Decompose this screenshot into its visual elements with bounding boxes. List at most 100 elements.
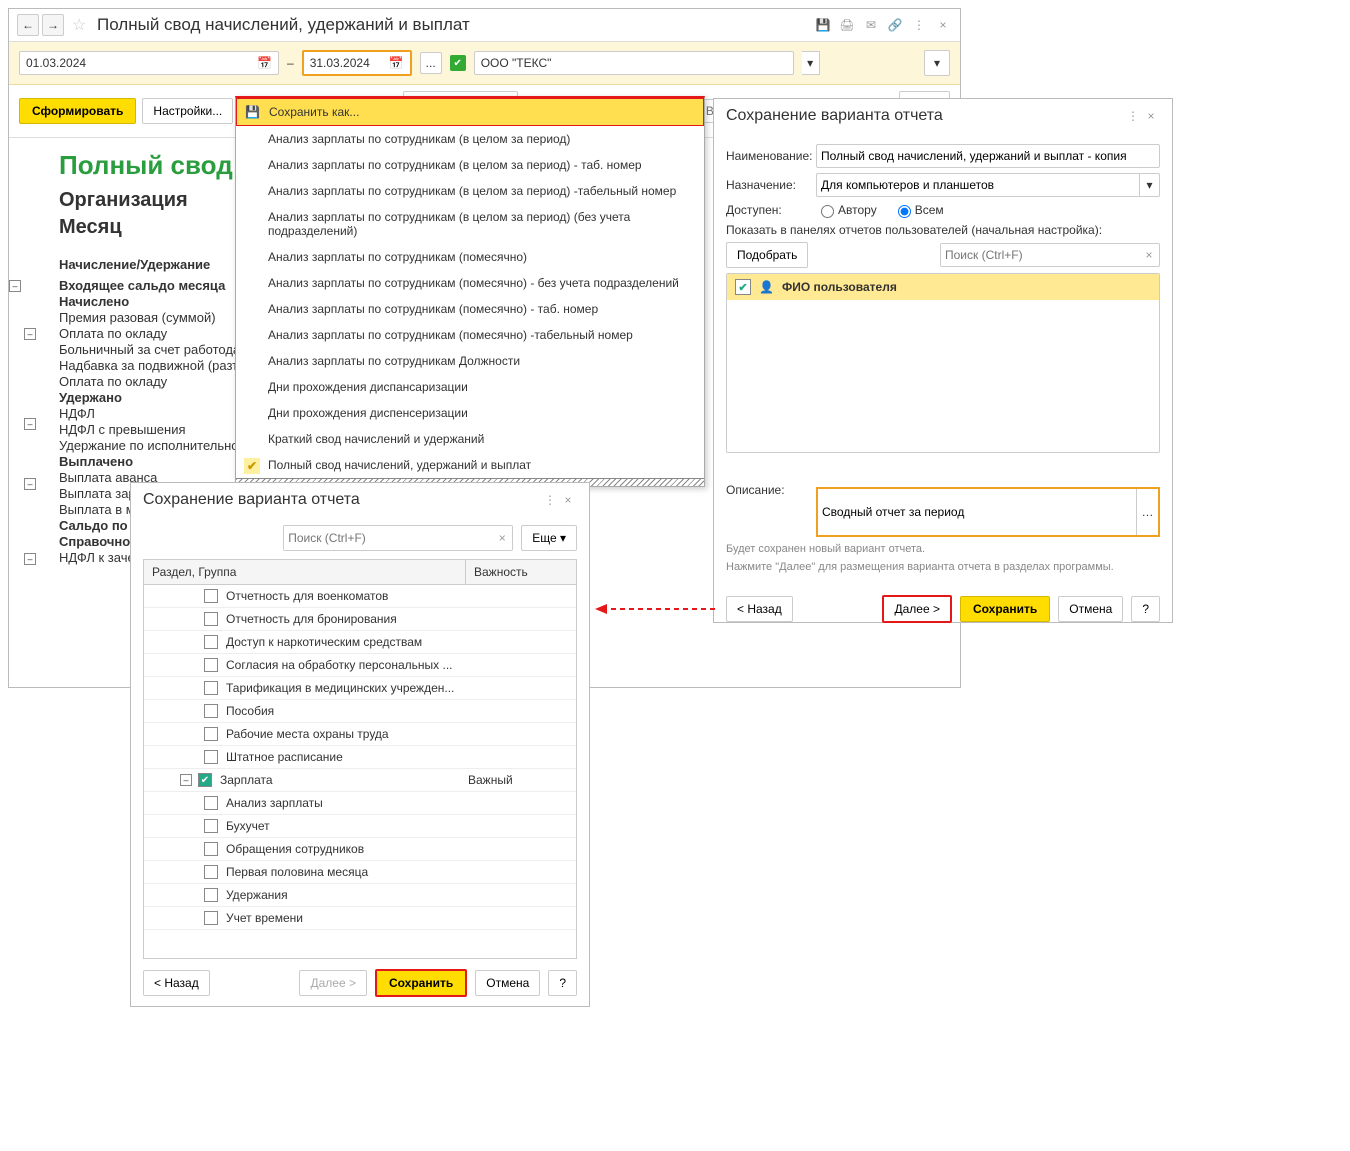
- dropdown-item[interactable]: Анализ зарплаты по сотрудникам (помесячн…: [236, 244, 704, 270]
- table-row[interactable]: Рабочие места охраны труда: [144, 723, 576, 746]
- table-row[interactable]: Доступ к наркотическим средствам: [144, 631, 576, 654]
- tree-toggle[interactable]: –: [9, 280, 21, 292]
- table-row[interactable]: Бухучет: [144, 815, 576, 838]
- dropdown-item[interactable]: Анализ зарплаты по сотрудникам (помесячн…: [236, 322, 704, 348]
- org-field[interactable]: ООО "ТЕКС": [474, 51, 794, 75]
- user-check[interactable]: ✔: [735, 279, 751, 295]
- mid-search[interactable]: ×: [283, 525, 513, 551]
- radio-author[interactable]: Автору: [816, 202, 877, 218]
- dropdown-item-checked[interactable]: Полный свод начислений, удержаний и выпл…: [236, 452, 704, 478]
- save-button[interactable]: Сохранить: [375, 969, 467, 997]
- period-picker-button[interactable]: ...: [420, 52, 442, 74]
- dropdown-item[interactable]: Дни прохождения диспенсеризации: [236, 400, 704, 426]
- dropdown-item[interactable]: Анализ зарплаты по сотрудникам (в целом …: [236, 152, 704, 178]
- close-icon[interactable]: ×: [934, 16, 952, 34]
- row-checkbox[interactable]: [204, 796, 218, 810]
- table-row[interactable]: Обращения сотрудников: [144, 838, 576, 861]
- back-button[interactable]: ←: [17, 14, 39, 36]
- back-button[interactable]: < Назад: [143, 970, 210, 996]
- row-checkbox[interactable]: [204, 750, 218, 764]
- row-checkbox[interactable]: [204, 865, 218, 879]
- table-row[interactable]: Согласия на обработку персональных ...: [144, 654, 576, 677]
- org-dropdown-icon[interactable]: ▾: [802, 51, 820, 75]
- clear-icon[interactable]: ×: [492, 526, 512, 550]
- table-row[interactable]: –✔ЗарплатаВажный: [144, 769, 576, 792]
- forward-button[interactable]: →: [42, 14, 64, 36]
- row-checkbox[interactable]: [204, 911, 218, 925]
- cancel-button[interactable]: Отмена: [475, 970, 540, 996]
- row-checkbox[interactable]: [204, 888, 218, 902]
- dropdown-item[interactable]: Анализ зарплаты по сотрудникам (в целом …: [236, 178, 704, 204]
- kebab-icon[interactable]: ⋮: [541, 491, 559, 509]
- row-checkbox[interactable]: [204, 635, 218, 649]
- tree-toggle[interactable]: –: [24, 478, 36, 490]
- desc-input[interactable]: [818, 489, 1136, 535]
- close-icon[interactable]: ×: [559, 491, 577, 509]
- row-checkbox[interactable]: [204, 681, 218, 695]
- dropdown-item[interactable]: Краткий свод начислений и удержаний: [236, 426, 704, 452]
- settings-button[interactable]: Настройки...: [142, 98, 233, 124]
- row-checkbox[interactable]: [204, 819, 218, 833]
- row-checkbox[interactable]: [204, 842, 218, 856]
- mid-search-input[interactable]: [284, 526, 492, 550]
- close-icon[interactable]: ×: [1142, 107, 1160, 125]
- chevron-down-icon[interactable]: ▾: [1140, 173, 1160, 197]
- cancel-button[interactable]: Отмена: [1058, 596, 1123, 622]
- dropdown-item[interactable]: Анализ зарплаты по сотрудникам (в целом …: [236, 204, 704, 244]
- dropdown-item[interactable]: Анализ зарплаты по сотрудникам (помесячн…: [236, 270, 704, 296]
- dest-select[interactable]: ▾: [816, 173, 1160, 197]
- expand-toggle[interactable]: –: [180, 774, 192, 786]
- save-as-item[interactable]: Сохранить как...: [236, 98, 704, 126]
- table-row[interactable]: Анализ зарплаты: [144, 792, 576, 815]
- user-search-input[interactable]: [941, 244, 1139, 266]
- help-button[interactable]: ?: [1131, 596, 1160, 622]
- table-row[interactable]: Отчетность для бронирования: [144, 608, 576, 631]
- table-row[interactable]: Пособия: [144, 700, 576, 723]
- generate-button[interactable]: Сформировать: [19, 98, 136, 124]
- user-search[interactable]: ×: [940, 243, 1160, 267]
- table-row[interactable]: Учет времени: [144, 907, 576, 930]
- dest-value[interactable]: [816, 173, 1140, 197]
- row-checkbox[interactable]: ✔: [198, 773, 212, 787]
- tree-toggle[interactable]: –: [24, 328, 36, 340]
- dropdown-item[interactable]: Дни прохождения диспансаризации: [236, 374, 704, 400]
- radio-all[interactable]: Всем: [893, 202, 944, 218]
- name-input[interactable]: [816, 144, 1160, 168]
- row-checkbox[interactable]: [204, 658, 218, 672]
- kebab-icon[interactable]: ⋮: [910, 16, 928, 34]
- table-row[interactable]: Отчетность для военкоматов: [144, 585, 576, 608]
- clear-icon[interactable]: ×: [1139, 244, 1159, 266]
- row-checkbox[interactable]: [204, 727, 218, 741]
- tree-toggle[interactable]: –: [24, 418, 36, 430]
- table-row[interactable]: Первая половина месяца: [144, 861, 576, 884]
- print-icon[interactable]: 🖨: [838, 16, 856, 34]
- user-row[interactable]: ✔ 👤 ФИО пользователя: [727, 274, 1159, 300]
- tree-toggle[interactable]: –: [24, 553, 36, 565]
- next-button[interactable]: Далее >: [882, 595, 952, 623]
- desc-field[interactable]: …: [816, 487, 1160, 537]
- filter-funnel-icon[interactable]: ▾: [924, 50, 950, 76]
- row-checkbox[interactable]: [204, 704, 218, 718]
- date-to-field[interactable]: 31.03.2024 📅: [302, 50, 412, 76]
- desc-more-icon[interactable]: …: [1136, 489, 1158, 535]
- calendar-icon[interactable]: 📅: [389, 56, 404, 70]
- pick-button[interactable]: Подобрать: [726, 242, 808, 268]
- favorite-star-icon[interactable]: ☆: [72, 15, 92, 35]
- link-icon[interactable]: 🔗: [886, 16, 904, 34]
- save-icon[interactable]: 💾: [814, 16, 832, 34]
- dropdown-item[interactable]: Анализ зарплаты по сотрудникам (помесячн…: [236, 296, 704, 322]
- kebab-icon[interactable]: ⋮: [1124, 107, 1142, 125]
- row-checkbox[interactable]: [204, 589, 218, 603]
- row-checkbox[interactable]: [204, 612, 218, 626]
- mail-icon[interactable]: ✉: [862, 16, 880, 34]
- dropdown-item[interactable]: Анализ зарплаты по сотрудникам (в целом …: [236, 126, 704, 152]
- table-row[interactable]: Удержания: [144, 884, 576, 907]
- org-enabled-check[interactable]: ✔: [450, 55, 466, 71]
- back-button[interactable]: < Назад: [726, 596, 793, 622]
- help-button[interactable]: ?: [548, 970, 577, 996]
- calendar-icon[interactable]: 📅: [257, 56, 272, 70]
- mid-more-button[interactable]: Еще ▾: [521, 525, 577, 551]
- date-from-field[interactable]: 01.03.2024 📅: [19, 51, 279, 75]
- table-row[interactable]: Тарификация в медицинских учрежден...: [144, 677, 576, 700]
- dropdown-item[interactable]: Анализ зарплаты по сотрудникам Должности: [236, 348, 704, 374]
